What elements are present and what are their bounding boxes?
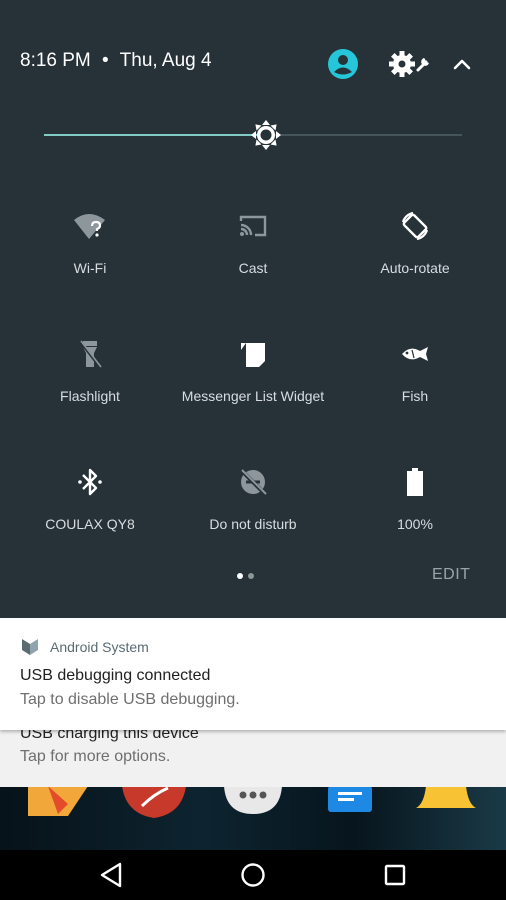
app-icon-partial <box>416 786 476 808</box>
tile-auto-rotate[interactable]: Auto-rotate <box>331 202 499 312</box>
bluetooth-icon <box>78 468 102 496</box>
tile-label: Do not disturb <box>209 516 297 532</box>
back-button[interactable] <box>94 858 128 892</box>
tile-fish[interactable]: Fish <box>331 330 499 440</box>
quick-settings-header: 8:16 PM • Thu, Aug 4 <box>0 36 506 92</box>
app-icon-partial <box>328 786 372 812</box>
collapse-button[interactable] <box>446 48 478 80</box>
do-not-disturb-icon <box>239 468 267 496</box>
page-dot <box>248 573 254 579</box>
notification-text: Tap to disable USB debugging. <box>20 691 240 708</box>
wifi-unknown-icon <box>74 214 105 239</box>
flashlight-icon <box>78 340 102 368</box>
tile-label: Wi-Fi <box>73 260 107 276</box>
settings-button[interactable] <box>388 48 434 80</box>
navigation-bar <box>0 850 506 900</box>
app-icon-partial <box>28 786 88 816</box>
tile-label: Messenger List Widget <box>181 388 325 404</box>
date-time[interactable]: 8:16 PM • Thu, Aug 4 <box>20 50 212 72</box>
tile-flashlight[interactable]: Flashlight <box>6 330 174 440</box>
time-text: 8:16 PM <box>20 50 91 71</box>
page-indicator <box>237 573 254 579</box>
tile-label: Cast <box>238 260 268 276</box>
home-button[interactable] <box>236 858 270 892</box>
app-icon-partial <box>122 786 186 818</box>
home-screen-wallpaper <box>0 786 506 850</box>
tile-label: COULAX QY8 <box>45 516 135 532</box>
fish-icon <box>402 347 428 361</box>
tile-label: Fish <box>401 388 429 404</box>
android-system-icon <box>22 639 38 655</box>
recents-icon <box>384 864 406 886</box>
brightness-icon[interactable] <box>250 119 282 151</box>
app-drawer-icon <box>224 786 282 814</box>
notification-text: Tap for more options. <box>20 748 171 765</box>
tile-bluetooth[interactable]: COULAX QY8 <box>6 458 174 568</box>
battery-icon <box>407 468 423 496</box>
messenger-widget-icon <box>241 343 265 367</box>
tile-messenger-list-widget[interactable]: Messenger List Widget <box>169 330 337 440</box>
tile-battery[interactable]: 100% <box>331 458 499 568</box>
page-dot-active <box>237 573 243 579</box>
notification-app-name: Android System <box>50 639 149 655</box>
notification-usb-charging[interactable]: USB charging this device Tap for more op… <box>0 725 506 787</box>
tile-label: Auto-rotate <box>380 260 450 276</box>
date-text: Thu, Aug 4 <box>119 50 212 71</box>
notification-title: USB debugging connected <box>20 667 211 684</box>
cast-icon <box>239 215 267 237</box>
collapse-chevron-icon <box>453 59 471 70</box>
edit-button[interactable]: EDIT <box>432 566 470 584</box>
notification-usb-debugging[interactable]: Android System USB debugging connected T… <box>0 618 506 730</box>
separator-dot: • <box>102 50 109 71</box>
tile-label: 100% <box>397 516 433 532</box>
brightness-slider[interactable] <box>44 118 462 152</box>
tile-label: Flashlight <box>60 388 120 404</box>
tile-wifi[interactable]: Wi-Fi <box>6 202 174 312</box>
tile-cast[interactable]: Cast <box>169 202 337 312</box>
auto-rotate-icon <box>401 211 429 241</box>
back-icon <box>100 862 122 888</box>
recents-button[interactable] <box>378 858 412 892</box>
user-avatar-icon <box>328 49 358 79</box>
brightness-track-fill <box>44 134 266 136</box>
home-icon <box>241 863 265 887</box>
quick-settings-panel: 8:16 PM • Thu, Aug 4 Wi-Fi Cast Auto-rot… <box>0 0 506 618</box>
settings-wrench-icon <box>389 51 429 77</box>
tile-do-not-disturb[interactable]: Do not disturb <box>169 458 337 568</box>
user-avatar-button[interactable] <box>327 48 359 80</box>
